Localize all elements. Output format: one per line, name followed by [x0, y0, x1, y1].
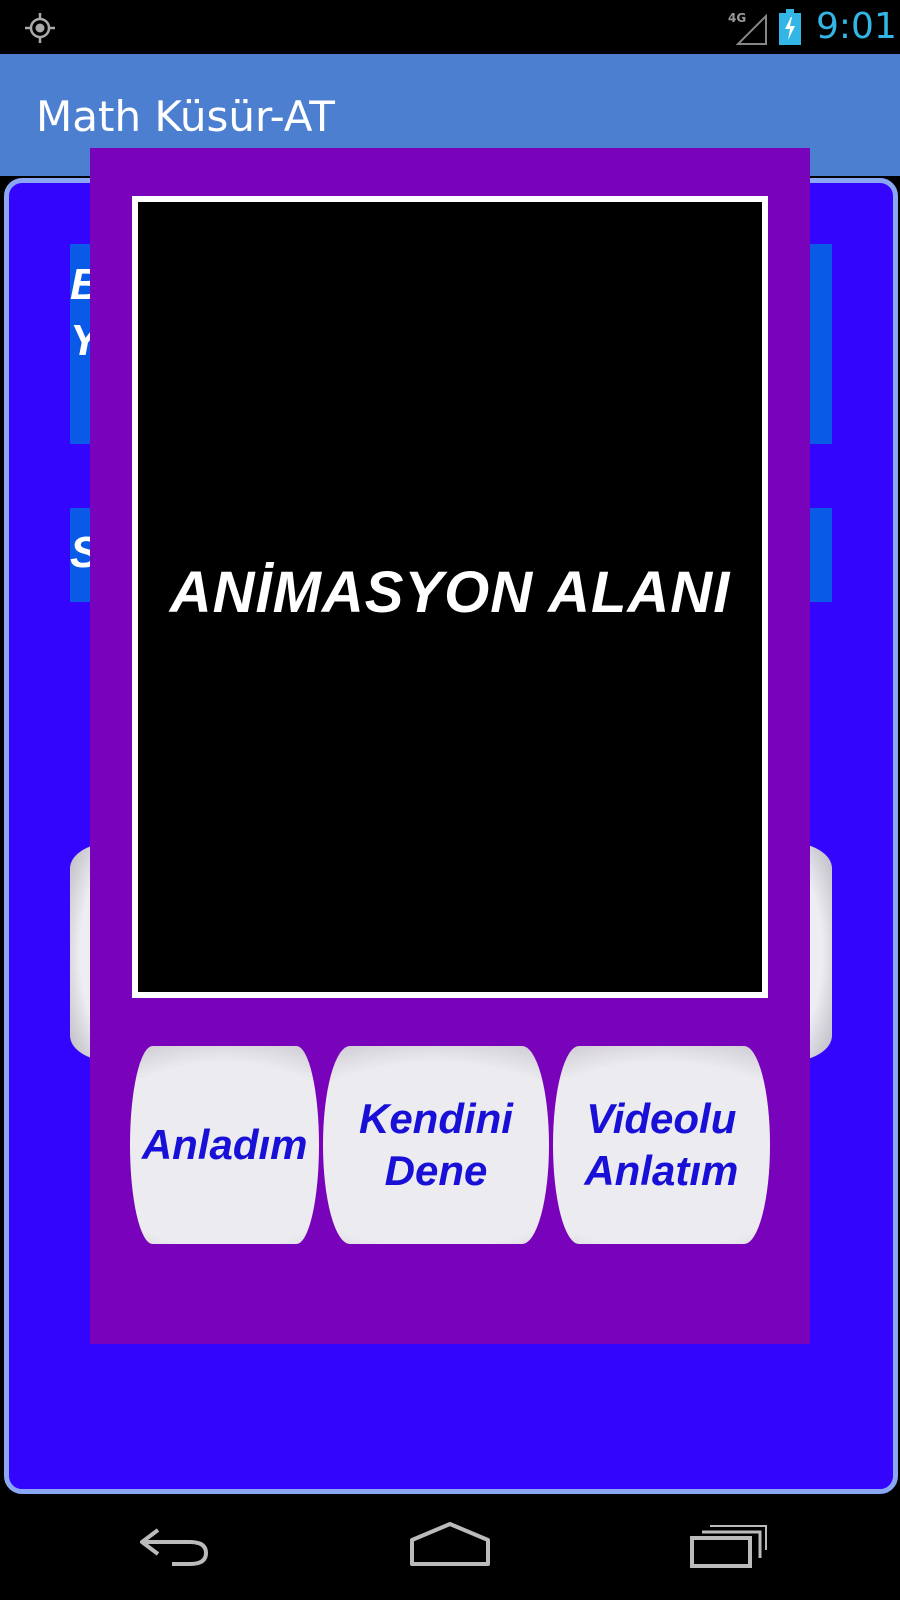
signal-icon: 4G — [728, 11, 767, 45]
navigation-bar — [0, 1496, 900, 1600]
status-bar: 4G 9:01 — [0, 0, 900, 54]
dialog-button-row: Anladım Kendini Dene Videolu Anlatım — [128, 1046, 772, 1244]
app-title: Math Küsür-AT — [36, 92, 335, 141]
animation-area: ANİMASYON ALANI — [132, 196, 768, 998]
animation-dialog: ANİMASYON ALANI Anladım Kendini Dene Vid… — [90, 148, 810, 1344]
try-yourself-button[interactable]: Kendini Dene — [323, 1046, 548, 1244]
clock: 9:01 — [816, 6, 897, 47]
network-type-label: 4G — [728, 11, 746, 25]
video-lesson-button[interactable]: Videolu Anlatım — [553, 1046, 770, 1244]
recent-apps-icon[interactable] — [688, 1518, 768, 1578]
home-icon[interactable] — [408, 1518, 492, 1578]
understood-button[interactable]: Anladım — [130, 1046, 320, 1244]
gps-icon — [25, 13, 55, 43]
battery-charging-icon — [779, 9, 801, 45]
back-icon[interactable] — [136, 1518, 216, 1578]
animation-area-label: ANİMASYON ALANI — [169, 559, 731, 625]
